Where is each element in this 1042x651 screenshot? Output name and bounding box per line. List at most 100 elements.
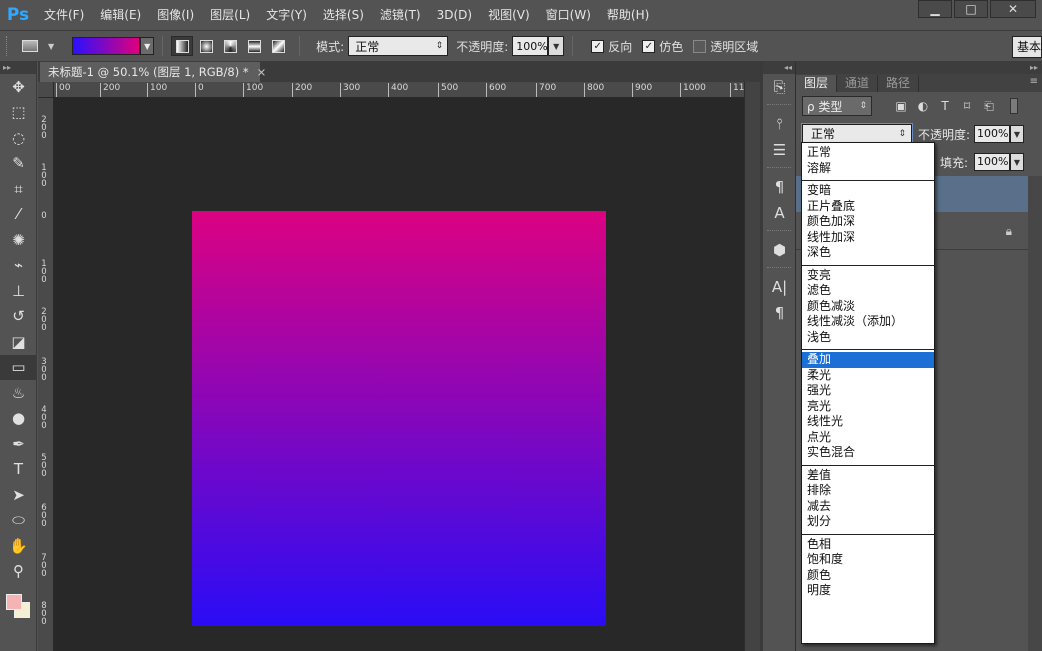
maximize-button[interactable]: □ [954, 0, 988, 18]
layers-scrollbar[interactable] [1028, 176, 1042, 651]
fill-slider-toggle[interactable]: ▼ [1010, 153, 1024, 171]
vertical-ruler[interactable]: 2 0 0 1 0 0 0 1 0 0 2 0 0 3 0 0 4 0 0 5 … [38, 98, 54, 651]
collapse-icon[interactable]: ◂◂ [763, 62, 795, 74]
crop-icon[interactable]: ⌗ [0, 176, 37, 202]
tool-preset-picker[interactable] [16, 35, 44, 57]
gradient-picker-dropdown[interactable]: ▼ [140, 37, 155, 55]
menu-file[interactable]: 文件(F) [36, 0, 92, 30]
blend-option[interactable]: 排除 [802, 483, 934, 499]
blend-option[interactable]: 强光 [802, 383, 934, 399]
stamp-icon[interactable]: ⊥ [0, 278, 37, 304]
menu-select[interactable]: 选择(S) [315, 0, 372, 30]
diamond-gradient-button[interactable] [267, 36, 289, 56]
type-filter-icon[interactable]: T [934, 99, 956, 113]
history-brush-icon[interactable]: ↺ [0, 304, 37, 330]
panel-menu-icon[interactable]: ≡ [1030, 76, 1038, 87]
menu-help[interactable]: 帮助(H) [599, 0, 657, 30]
ruler-origin[interactable] [38, 82, 54, 98]
adjustment-filter-icon[interactable]: ◐ [912, 99, 934, 113]
fill-input[interactable]: 100% [974, 153, 1010, 171]
move-icon[interactable]: ✥ [0, 74, 37, 100]
foreground-color[interactable] [6, 594, 22, 610]
expand-icon[interactable]: ▸▸ [0, 62, 36, 74]
menu-type[interactable]: 文字(Y) [258, 0, 315, 30]
blend-option[interactable]: 色相 [802, 537, 934, 553]
blur-icon[interactable]: ♨ [0, 380, 37, 406]
blend-option[interactable]: 划分 [802, 514, 934, 530]
blend-option[interactable]: 减去 [802, 499, 934, 515]
blend-option[interactable]: 溶解 [802, 161, 934, 177]
hand-icon[interactable]: ✋ [0, 533, 37, 559]
opacity-input[interactable]: 100% [512, 36, 549, 56]
brush-presets-icon[interactable]: ⫯ [763, 111, 796, 137]
blend-option[interactable]: 点光 [802, 430, 934, 446]
smart-object-filter-icon[interactable]: ⎗ [978, 99, 1000, 114]
blend-option[interactable]: 实色混合 [802, 445, 934, 461]
shape-filter-icon[interactable]: ⌑ [956, 99, 978, 113]
opacity-slider-toggle[interactable]: ▼ [548, 36, 565, 56]
spot-heal-icon[interactable]: ✺ [0, 227, 37, 253]
blend-option[interactable]: 正常 [802, 145, 934, 161]
reflected-gradient-button[interactable] [243, 36, 265, 56]
menu-edit[interactable]: 编辑(E) [92, 0, 149, 30]
angle-gradient-button[interactable] [219, 36, 241, 56]
ellipse-icon[interactable]: ⬭ [0, 508, 37, 534]
blend-option-highlighted[interactable]: 叠加 [802, 352, 934, 368]
pen-icon[interactable]: ✒ [0, 431, 37, 457]
blend-option[interactable]: 线性加深 [802, 230, 934, 246]
document-canvas[interactable] [192, 211, 606, 626]
close-icon[interactable]: × [257, 65, 267, 79]
menu-layer[interactable]: 图层(L) [202, 0, 258, 30]
workspace-switcher[interactable]: 基本 [1012, 36, 1042, 58]
dodge-icon[interactable]: ● [0, 406, 37, 432]
blend-option[interactable]: 亮光 [802, 399, 934, 415]
blend-option[interactable]: 正片叠底 [802, 199, 934, 215]
blend-option[interactable]: 差值 [802, 468, 934, 484]
blend-option[interactable]: 柔光 [802, 368, 934, 384]
type-icon[interactable]: T [0, 457, 37, 483]
blend-option[interactable]: 颜色减淡 [802, 299, 934, 315]
lasso-icon[interactable]: ◌ [0, 125, 37, 151]
blend-option[interactable]: 滤色 [802, 283, 934, 299]
expand-icon[interactable]: ▸▸ [796, 62, 1042, 74]
blend-option[interactable]: 颜色加深 [802, 214, 934, 230]
gradient-editor-swatch[interactable] [72, 37, 141, 55]
canvas-workspace[interactable] [54, 98, 744, 651]
options-grip[interactable] [6, 36, 10, 56]
blend-option[interactable]: 线性光 [802, 414, 934, 430]
blend-option[interactable]: 深色 [802, 245, 934, 261]
layer-filter-select[interactable]: ρ 类型 ⇕ [802, 96, 872, 116]
menu-image[interactable]: 图像(I) [149, 0, 202, 30]
blend-option[interactable]: 饱和度 [802, 552, 934, 568]
adjustments-icon[interactable]: ☰ [763, 137, 796, 163]
blend-option[interactable]: 变暗 [802, 183, 934, 199]
close-button[interactable]: ✕ [990, 0, 1036, 18]
menu-window[interactable]: 窗口(W) [538, 0, 599, 30]
menu-view[interactable]: 视图(V) [480, 0, 538, 30]
brush-icon[interactable]: ⌁ [0, 253, 37, 279]
reverse-checkbox[interactable]: ✓ 反向 [591, 38, 632, 55]
blend-option[interactable]: 浅色 [802, 330, 934, 346]
blend-mode-select[interactable]: 正常 ⇕ [801, 123, 913, 145]
mode-select[interactable]: 正常 ⇕ [348, 36, 449, 56]
blend-option[interactable]: 线性减淡（添加） [802, 314, 934, 330]
canvas-scrollbar[interactable] [744, 82, 760, 651]
character-panel-icon[interactable]: A| [763, 274, 796, 300]
menu-filter[interactable]: 滤镜(T) [372, 0, 429, 30]
character-styles-icon[interactable]: A [763, 200, 796, 226]
tab-layers[interactable]: 图层 [796, 75, 838, 92]
opacity-slider-toggle[interactable]: ▼ [1010, 125, 1024, 143]
filter-toggle[interactable] [1010, 98, 1018, 114]
zoom-icon[interactable]: ⚲ [0, 559, 37, 585]
linear-gradient-button[interactable] [171, 36, 194, 56]
menu-3d[interactable]: 3D(D) [429, 0, 480, 30]
blend-option[interactable]: 变亮 [802, 268, 934, 284]
paragraph-styles-icon[interactable]: ¶ [763, 174, 796, 200]
quick-select-icon[interactable]: ✎ [0, 151, 37, 177]
horizontal-ruler[interactable]: 00 200 100 0 100 200 300 400 500 600 700… [54, 82, 744, 98]
chevron-down-icon[interactable]: ▼ [48, 42, 54, 51]
gradient-icon[interactable]: ▭ [0, 354, 37, 380]
radial-gradient-button[interactable] [195, 36, 217, 56]
tab-channels[interactable]: 通道 [837, 75, 879, 92]
path-select-icon[interactable]: ➤ [0, 482, 37, 508]
